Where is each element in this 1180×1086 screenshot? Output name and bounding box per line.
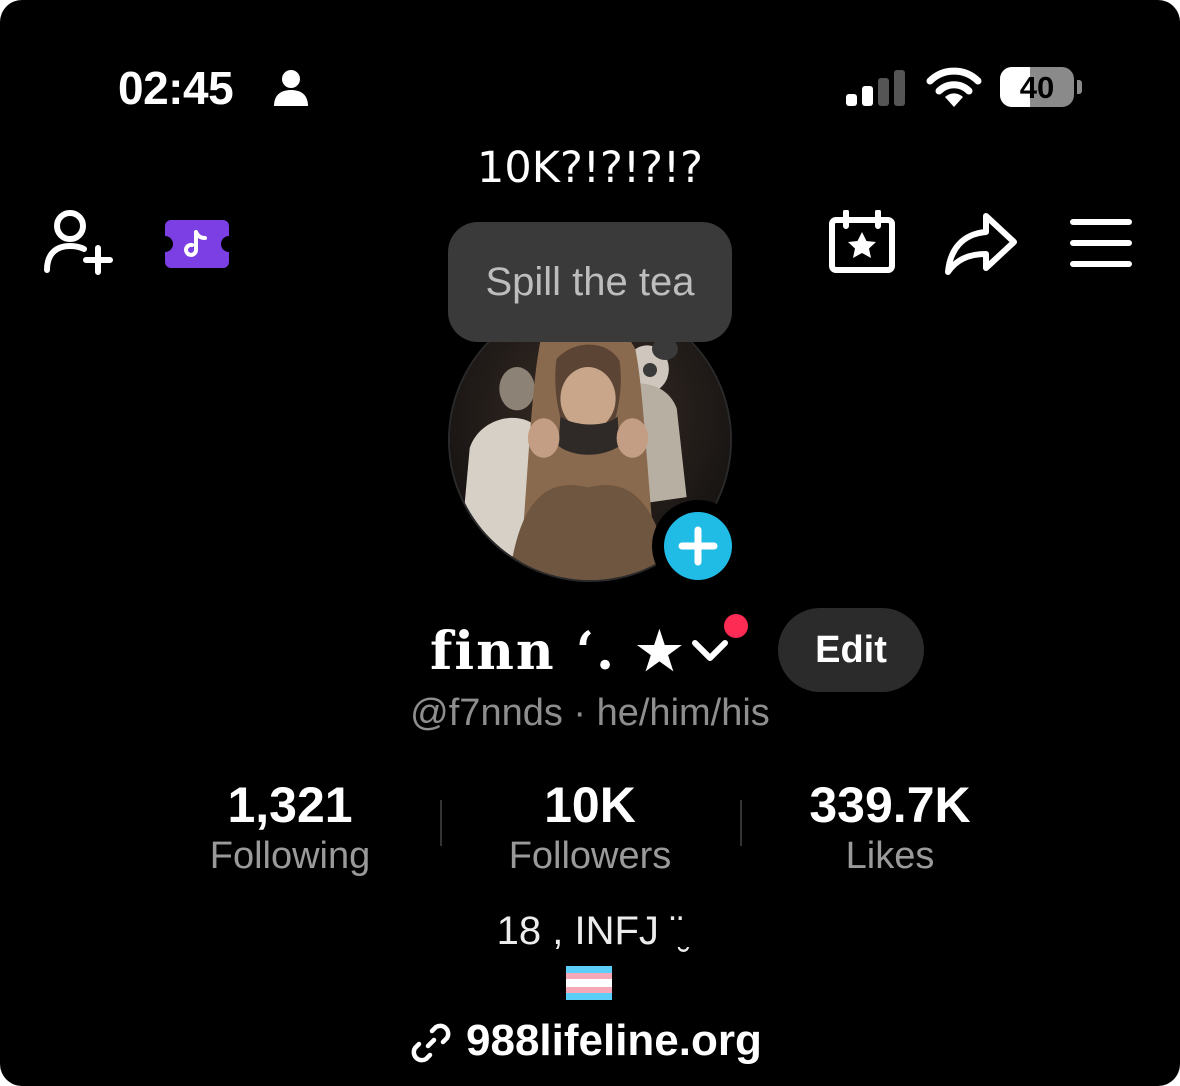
bio-link[interactable]: 988lifeline.org: [466, 1014, 762, 1068]
profile-screen: 02:45 40 10K?!?!?!? Spill the tea finn ‘…: [0, 0, 1180, 1086]
likes-count: 339.7K: [809, 777, 971, 833]
notification-dot: [724, 614, 748, 638]
thought-bubble[interactable]: Spill the tea: [448, 222, 732, 342]
add-story-button[interactable]: [652, 500, 744, 592]
handle-pronouns: @f7nnds · he/him/his: [410, 692, 770, 734]
following-label: Following: [209, 835, 371, 877]
battery-level: 40: [1019, 70, 1055, 105]
bio-text: 18 , INFJ ¨̮: [496, 909, 684, 953]
add-friend-icon[interactable]: [42, 208, 116, 276]
calendar-star-icon[interactable]: [828, 210, 896, 274]
screenshot-caption: 10K?!?!?!?: [477, 143, 703, 193]
link-icon: [411, 1023, 451, 1063]
bubble-tail: [652, 338, 678, 360]
followers-count: 10K: [544, 777, 636, 833]
stat-followers[interactable]: 10K Followers: [440, 776, 740, 878]
likes-label: Likes: [845, 835, 935, 877]
bubble-tail-small: [643, 363, 657, 377]
battery-indicator: 40: [1000, 67, 1084, 109]
cellular-signal-icon: [846, 70, 905, 106]
plus-icon: [678, 526, 718, 566]
chevron-down-icon[interactable]: [690, 635, 730, 665]
stat-following[interactable]: 1,321 Following: [140, 776, 440, 878]
followers-label: Followers: [508, 835, 672, 877]
menu-icon[interactable]: [1070, 218, 1132, 268]
person-icon: [274, 70, 308, 106]
status-time: 02:45: [118, 62, 234, 114]
display-name: finn ‘. ★: [430, 621, 685, 682]
stat-likes[interactable]: 339.7K Likes: [740, 776, 1040, 878]
wifi-icon: [926, 67, 982, 107]
trans-flag-icon: [566, 966, 612, 1000]
ticket-icon[interactable]: [163, 218, 231, 270]
edit-profile-button[interactable]: Edit: [778, 608, 924, 692]
share-icon[interactable]: [944, 212, 1018, 276]
following-count: 1,321: [227, 777, 353, 833]
